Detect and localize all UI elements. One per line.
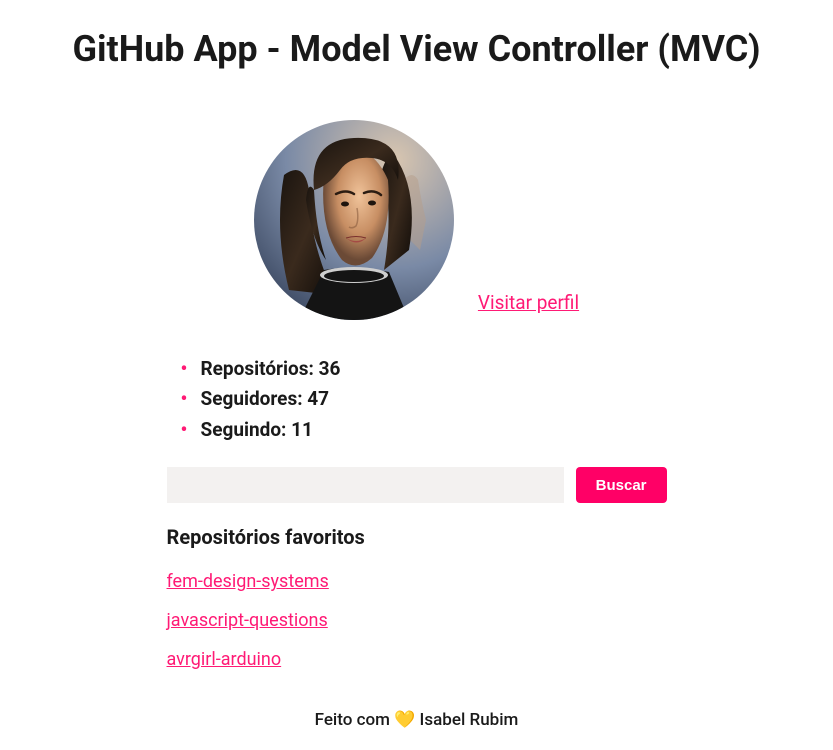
repo-item: fem-design-systems [167, 571, 667, 592]
stat-repos: Repositórios: 36 [185, 354, 667, 384]
favorites-heading: Repositórios favoritos [167, 525, 667, 549]
heart-icon: 💛 [394, 710, 415, 730]
repo-list: fem-design-systems javascript-questions … [167, 571, 667, 670]
footer-post: Isabel Rubim [415, 710, 518, 730]
stat-following: Seguindo: 11 [185, 415, 667, 445]
search-button[interactable]: Buscar [576, 467, 667, 503]
search-section: Buscar [167, 467, 667, 503]
repo-link[interactable]: javascript-questions [167, 610, 328, 631]
repo-link[interactable]: avrgirl-arduino [167, 649, 282, 670]
footer: Feito com 💛 Isabel Rubim [0, 710, 833, 730]
page-title: GitHub App - Model View Controller (MVC) [0, 28, 833, 70]
stats-list: Repositórios: 36 Seguidores: 47 Seguindo… [167, 354, 667, 445]
repo-link[interactable]: fem-design-systems [167, 571, 329, 592]
repo-item: javascript-questions [167, 610, 667, 631]
search-input[interactable] [167, 467, 564, 503]
stat-followers: Seguidores: 47 [185, 384, 667, 414]
repo-item: avrgirl-arduino [167, 649, 667, 670]
profile-section: Visitar perfil [0, 120, 833, 324]
favorites-section: Repositórios favoritos fem-design-system… [167, 525, 667, 670]
avatar [254, 120, 454, 320]
visit-profile-link[interactable]: Visitar perfil [478, 291, 579, 314]
footer-pre: Feito com [315, 710, 395, 730]
